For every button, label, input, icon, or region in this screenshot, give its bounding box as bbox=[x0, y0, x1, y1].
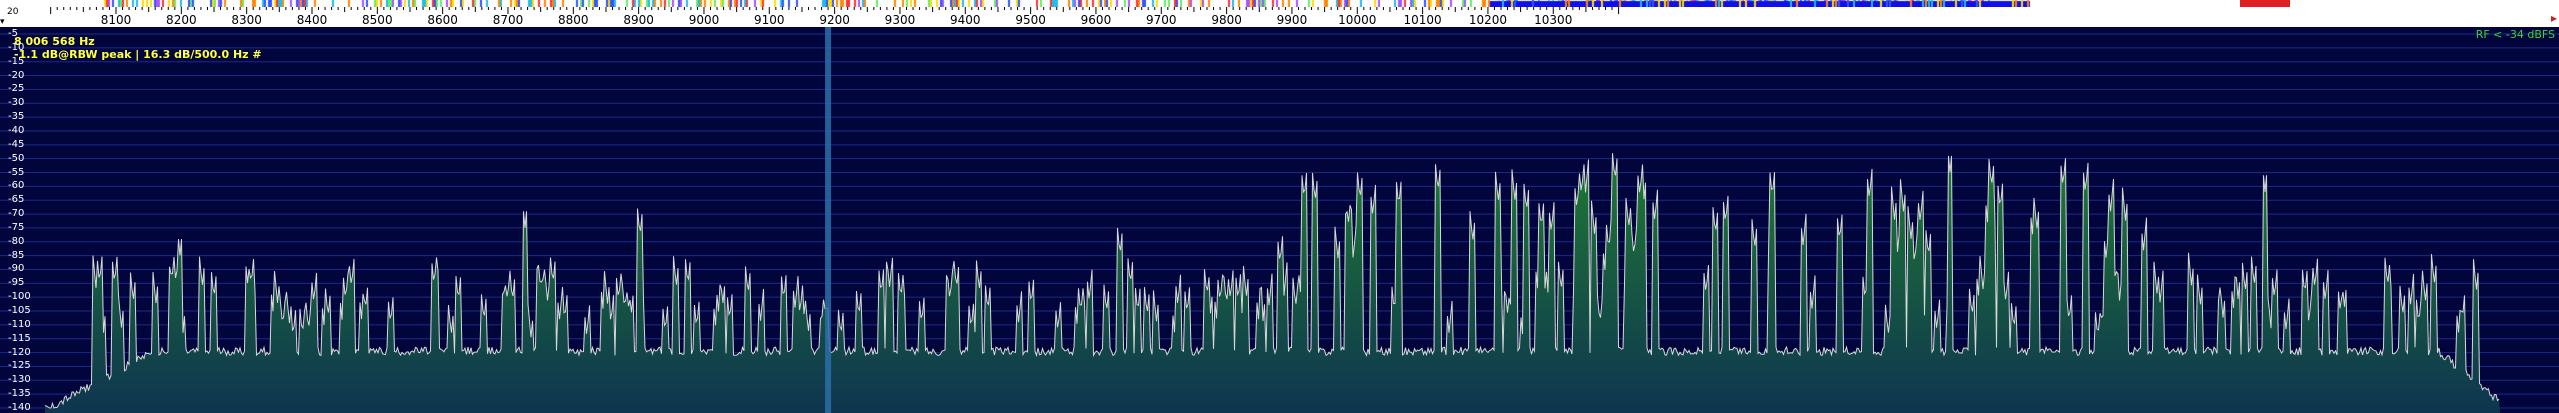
frequency-tick-label: 9100 bbox=[754, 13, 785, 27]
db-tick-label: -55 bbox=[8, 166, 25, 178]
db-tick-label: -45 bbox=[8, 138, 25, 150]
frequency-tick-label: 9300 bbox=[884, 13, 916, 27]
frequency-tick-label: 10000 bbox=[1338, 13, 1377, 27]
frequency-tick-label: 8700 bbox=[492, 13, 524, 27]
db-tick-label: -80 bbox=[8, 235, 25, 247]
frequency-tick-label: 9600 bbox=[1080, 13, 1112, 27]
frequency-tick-label: 8300 bbox=[231, 13, 262, 27]
tuning-marker bbox=[825, 27, 832, 413]
db-tick-label: -120 bbox=[8, 346, 31, 358]
spectrum-display[interactable] bbox=[0, 27, 2559, 413]
spectrum-plot[interactable] bbox=[0, 27, 2559, 413]
db-tick-label: -70 bbox=[8, 208, 25, 220]
frequency-tick-label: 9400 bbox=[950, 13, 981, 27]
frequency-tick-label: 9000 bbox=[688, 13, 720, 27]
db-tick-label: -20 bbox=[8, 69, 25, 81]
frequency-tick-label: 8400 bbox=[296, 13, 328, 27]
frequency-tick-label: 8500 bbox=[362, 13, 393, 27]
db-tick-label: -100 bbox=[8, 291, 31, 303]
frequency-tick-label: 8800 bbox=[558, 13, 589, 27]
db-tick-label: -30 bbox=[8, 97, 25, 109]
db-tick-label: -110 bbox=[8, 318, 31, 330]
scroll-right-icon[interactable]: ▸ bbox=[2551, 11, 2557, 25]
db-tick-label: -125 bbox=[8, 360, 31, 372]
frequency-tick-label: 9200 bbox=[819, 13, 850, 27]
collapse-icon[interactable]: ▾ bbox=[0, 17, 9, 27]
frequency-tick-label: 8900 bbox=[623, 13, 654, 27]
frequency-tick-label: 9700 bbox=[1145, 13, 1177, 27]
db-tick-label: -135 bbox=[8, 388, 31, 400]
readout-measurement: -1.1 dB@RBW peak | 16.3 dB/500.0 Hz # bbox=[14, 48, 262, 61]
db-tick-label: -140 bbox=[8, 402, 31, 413]
frequency-tick-label: 9900 bbox=[1276, 13, 1308, 27]
frequency-axis[interactable]: 8100 8200 8300 8400 8500 8600 8700 8800 8900 9000… bbox=[0, 0, 2559, 27]
frequency-tick-label: 9800 bbox=[1211, 13, 1242, 27]
frequency-tick-label: 8200 bbox=[166, 13, 197, 27]
frequency-tick-label: 9500 bbox=[1015, 13, 1046, 27]
db-tick-label: -95 bbox=[8, 277, 25, 289]
measurement-readout: 8 006 568 Hz -1.1 dB@RBW peak | 16.3 dB/… bbox=[14, 35, 262, 61]
spectrum-analyzer-window: 8100 8200 8300 8400 8500 8600 8700 8800 8900 9000… bbox=[0, 0, 2559, 413]
db-tick-label: -130 bbox=[8, 374, 31, 386]
frequency-tick-label: 10200 bbox=[1468, 13, 1508, 27]
frequency-tick-label: 10100 bbox=[1403, 13, 1442, 27]
db-tick-label: -25 bbox=[8, 83, 25, 95]
db-tick-label: -75 bbox=[8, 221, 25, 233]
db-tick-label: -90 bbox=[8, 263, 25, 275]
left-scale-marker: 20 bbox=[7, 7, 19, 17]
frequency-tick-label: 8600 bbox=[427, 13, 458, 27]
db-tick-label: -65 bbox=[8, 194, 25, 206]
readout-frequency: 8 006 568 Hz bbox=[14, 35, 95, 48]
db-tick-label: -40 bbox=[8, 124, 25, 136]
db-tick-label: -35 bbox=[8, 111, 25, 123]
frequency-tick-label: 8100 bbox=[100, 13, 132, 27]
frequency-tick-label: 10300 bbox=[1534, 13, 1573, 27]
db-tick-label: -85 bbox=[8, 249, 25, 261]
db-tick-label: -60 bbox=[8, 180, 25, 192]
db-tick-label: -50 bbox=[8, 152, 25, 164]
db-tick-label: -115 bbox=[8, 332, 31, 344]
db-tick-label: -105 bbox=[8, 305, 31, 317]
rf-level-status: RF < -34 dBFS bbox=[2475, 28, 2555, 41]
